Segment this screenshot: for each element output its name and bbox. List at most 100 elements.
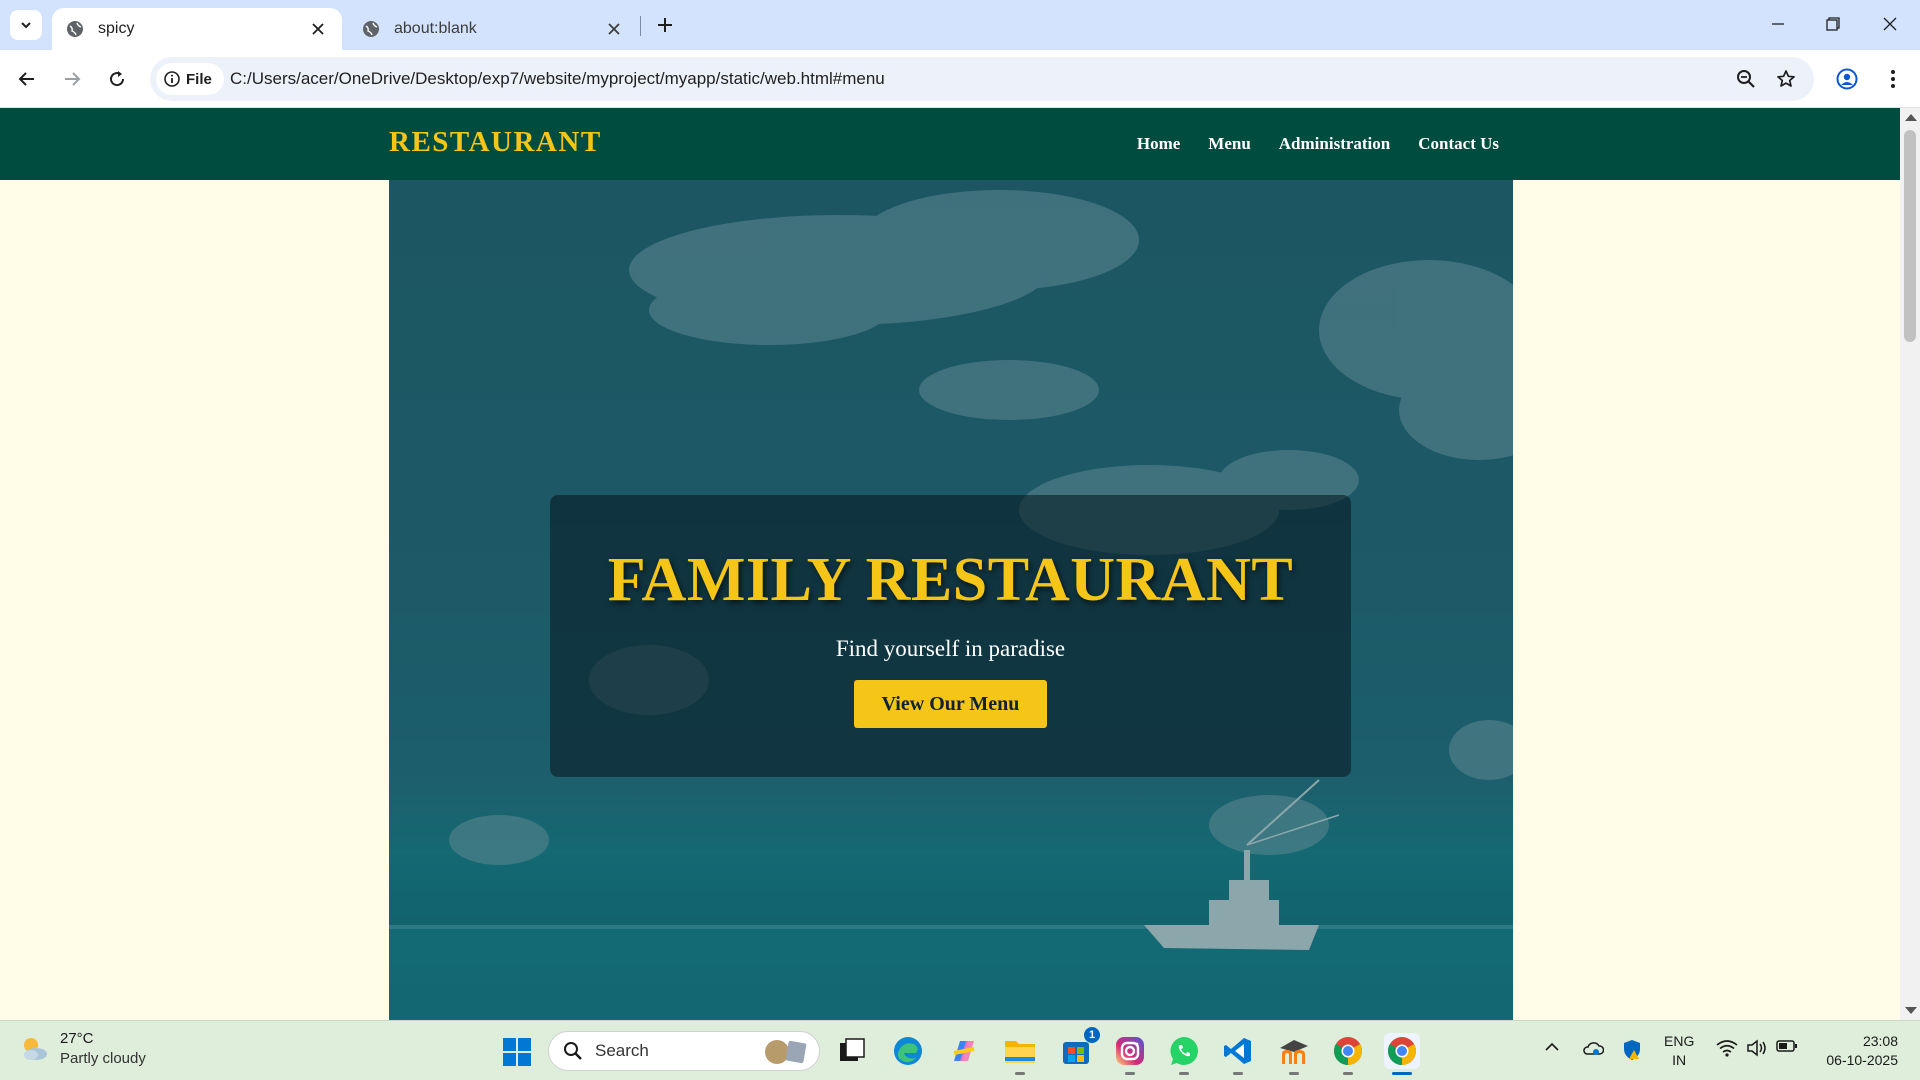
taskbar-search-label: Search bbox=[595, 1041, 649, 1060]
scrollbar-thumb[interactable] bbox=[1904, 130, 1916, 342]
partly-cloudy-icon bbox=[24, 1038, 47, 1060]
tab-title: about:blank bbox=[394, 20, 477, 37]
search-icon bbox=[564, 1042, 582, 1060]
battery-icon bbox=[1776, 1040, 1797, 1052]
clock-time: 23:08 bbox=[1862, 1033, 1898, 1049]
running-indicator bbox=[1233, 1072, 1243, 1075]
chevron-up-icon bbox=[1545, 1042, 1559, 1051]
nav-link-menu[interactable]: Menu bbox=[1208, 134, 1251, 154]
scroll-up-arrow-icon[interactable] bbox=[1905, 114, 1917, 121]
restore-icon bbox=[1826, 17, 1840, 31]
onedrive-tray[interactable] bbox=[1582, 1039, 1605, 1062]
site-nav-links: Home Menu Administration Contact Us bbox=[1137, 134, 1499, 154]
moodle-app[interactable] bbox=[1276, 1033, 1312, 1075]
nav-link-contact-us[interactable]: Contact Us bbox=[1418, 134, 1499, 154]
task-view-app[interactable] bbox=[834, 1033, 870, 1069]
profile-icon bbox=[1836, 68, 1858, 90]
weather-widget[interactable]: 27°C Partly cloudy bbox=[18, 1029, 146, 1069]
zoom-out-icon bbox=[1737, 70, 1755, 88]
minimize-button[interactable] bbox=[1758, 8, 1798, 40]
chrome-app[interactable] bbox=[1330, 1033, 1366, 1075]
language-indicator[interactable]: ENG IN bbox=[1664, 1032, 1694, 1070]
hero-subtitle: Find yourself in paradise bbox=[835, 636, 1066, 661]
more-vertical-icon bbox=[1891, 70, 1895, 88]
file-explorer-app[interactable] bbox=[1002, 1033, 1038, 1075]
chrome-app-active[interactable] bbox=[1384, 1033, 1420, 1075]
new-tab-button[interactable] bbox=[650, 10, 680, 40]
zoom-button[interactable] bbox=[1731, 64, 1761, 94]
back-button[interactable] bbox=[12, 64, 42, 94]
copilot-app[interactable] bbox=[946, 1033, 982, 1069]
vscode-icon bbox=[1224, 1038, 1251, 1064]
chrome-icon bbox=[1388, 1037, 1416, 1065]
address-bar[interactable]: File C:/Users/acer/OneDrive/Desktop/exp7… bbox=[150, 57, 1814, 101]
tab-title: spicy bbox=[98, 20, 135, 37]
start-button[interactable] bbox=[502, 1037, 532, 1072]
cloud-sync-icon bbox=[1583, 1042, 1605, 1055]
view-menu-button[interactable]: View Our Menu bbox=[853, 680, 1048, 728]
arrow-right-icon bbox=[65, 72, 81, 86]
taskbar-search[interactable]: Search bbox=[548, 1031, 820, 1071]
hero-title: FAMILY RESTAURANT bbox=[607, 546, 1294, 614]
browser-toolbar: File C:/Users/acer/OneDrive/Desktop/exp7… bbox=[0, 50, 1920, 108]
edge-app[interactable] bbox=[890, 1033, 926, 1069]
bookmark-button[interactable] bbox=[1771, 64, 1801, 94]
minimize-icon bbox=[1772, 23, 1784, 25]
whatsapp-app[interactable] bbox=[1166, 1033, 1202, 1075]
site-brand[interactable]: RESTAURANT bbox=[389, 126, 602, 159]
whatsapp-icon bbox=[1170, 1037, 1198, 1065]
show-hidden-icons-button[interactable] bbox=[1544, 1039, 1560, 1060]
file-explorer-icon bbox=[1005, 1041, 1035, 1063]
edge-icon bbox=[894, 1037, 922, 1065]
browser-menu-button[interactable] bbox=[1878, 64, 1908, 94]
moodle-icon bbox=[1280, 1040, 1308, 1064]
security-tray[interactable] bbox=[1622, 1039, 1642, 1066]
battery-tray[interactable] bbox=[1776, 1039, 1798, 1058]
vscode-app[interactable] bbox=[1220, 1033, 1256, 1075]
close-tab-icon[interactable] bbox=[604, 19, 624, 39]
site-info-chip[interactable]: File bbox=[156, 63, 224, 95]
nav-link-administration[interactable]: Administration bbox=[1279, 134, 1390, 154]
tab-search-button[interactable] bbox=[10, 10, 42, 40]
site-navbar: RESTAURANT Home Menu Administration Cont… bbox=[0, 108, 1900, 180]
language-region: IN bbox=[1672, 1052, 1687, 1068]
close-window-button[interactable] bbox=[1870, 8, 1910, 40]
reload-button[interactable] bbox=[102, 64, 132, 94]
globe-icon bbox=[67, 21, 83, 37]
hero-section: FAMILY RESTAURANT Find yourself in parad… bbox=[389, 180, 1513, 1020]
shield-warning-icon bbox=[1624, 1040, 1640, 1060]
windows-logo-icon bbox=[503, 1038, 531, 1066]
system-clock[interactable]: 23:08 06-10-2025 bbox=[1812, 1032, 1898, 1070]
wifi-tray[interactable] bbox=[1716, 1039, 1738, 1062]
search-highlight-icon bbox=[765, 1040, 807, 1064]
profile-button[interactable] bbox=[1832, 64, 1862, 94]
scroll-down-arrow-icon[interactable] bbox=[1905, 1007, 1917, 1014]
instagram-app[interactable] bbox=[1112, 1033, 1148, 1075]
restore-button[interactable] bbox=[1813, 8, 1853, 40]
site-info-label: File bbox=[186, 70, 212, 88]
volume-tray[interactable] bbox=[1746, 1039, 1768, 1062]
globe-icon bbox=[363, 21, 379, 37]
clock-date: 06-10-2025 bbox=[1826, 1052, 1898, 1068]
url-text[interactable]: C:/Users/acer/OneDrive/Desktop/exp7/webs… bbox=[230, 69, 885, 89]
hero-card: FAMILY RESTAURANT Find yourself in parad… bbox=[550, 495, 1351, 777]
active-indicator bbox=[1392, 1072, 1412, 1075]
windows-taskbar: 27°C Partly cloudy Search 1 ENG IN 23:08… bbox=[0, 1020, 1920, 1080]
forward-button[interactable] bbox=[57, 64, 87, 94]
nav-link-home[interactable]: Home bbox=[1137, 134, 1180, 154]
copilot-icon bbox=[953, 1041, 975, 1061]
microsoft-store-app[interactable]: 1 bbox=[1058, 1027, 1100, 1069]
browser-tab-about-blank[interactable]: about:blank bbox=[348, 8, 638, 50]
chevron-down-icon bbox=[21, 22, 31, 29]
running-indicator bbox=[1125, 1072, 1135, 1075]
page-scrollbar[interactable] bbox=[1900, 108, 1920, 1020]
browser-tab-spicy[interactable]: spicy bbox=[52, 8, 342, 50]
running-indicator bbox=[1343, 1072, 1353, 1075]
weather-temperature: 27°C bbox=[60, 1030, 94, 1047]
close-tab-icon[interactable] bbox=[308, 19, 328, 39]
weather-condition: Partly cloudy bbox=[60, 1050, 146, 1067]
language-code: ENG bbox=[1664, 1033, 1695, 1049]
running-indicator bbox=[1179, 1072, 1189, 1075]
star-icon bbox=[1777, 70, 1795, 87]
wifi-icon bbox=[1716, 1040, 1738, 1057]
